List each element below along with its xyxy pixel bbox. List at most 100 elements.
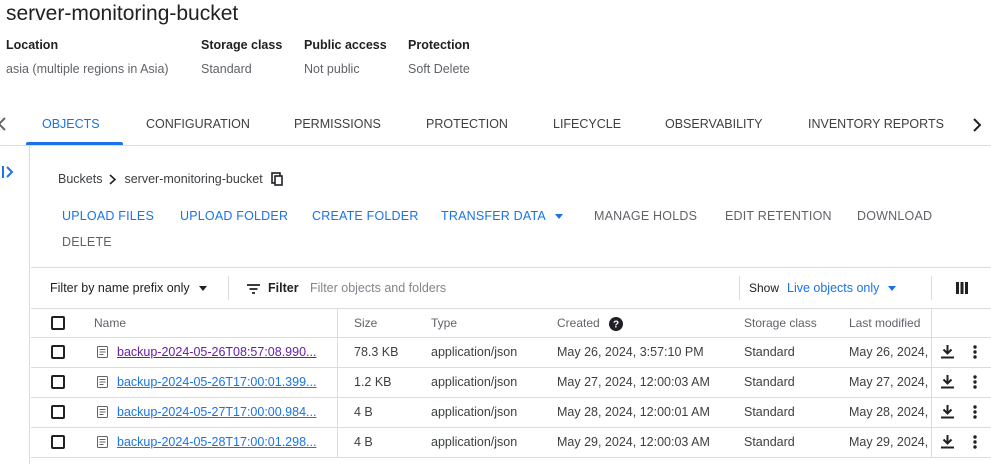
- caret-down-icon: [888, 286, 897, 292]
- object-size: 4 B: [354, 435, 373, 449]
- column-divider: [337, 309, 338, 338]
- column-header-last-modified[interactable]: Last modified: [849, 309, 920, 337]
- download-button[interactable]: DOWNLOAD: [857, 209, 932, 223]
- object-type: application/json: [431, 405, 518, 419]
- column-header-name[interactable]: Name: [94, 309, 126, 337]
- object-storage-class: Standard: [744, 375, 795, 389]
- column-divider: [931, 338, 932, 368]
- transfer-data-button[interactable]: TRANSFER DATA: [441, 209, 563, 223]
- column-header-type[interactable]: Type: [431, 309, 457, 337]
- table-row: backup-2024-05-26T08:57:08.990... 78.3 K…: [31, 338, 991, 368]
- meta-value: Soft Delete: [408, 62, 470, 76]
- filter-icon: [247, 283, 260, 294]
- file-icon: [97, 346, 108, 358]
- delete-button[interactable]: DELETE: [62, 235, 112, 249]
- more-vert-icon[interactable]: [973, 435, 977, 449]
- tab-configuration[interactable]: CONFIGURATION: [146, 104, 250, 146]
- expand-panel-icon[interactable]: [2, 164, 14, 185]
- download-icon[interactable]: [941, 435, 954, 449]
- active-tab-indicator: [26, 142, 123, 145]
- divider: [739, 276, 740, 300]
- filter-label: Filter: [268, 281, 299, 295]
- filter-input[interactable]: Filter objects and folders: [310, 268, 446, 308]
- object-size: 1.2 KB: [354, 375, 392, 389]
- object-type: application/json: [431, 435, 518, 449]
- meta-label: Location: [6, 38, 59, 52]
- column-header-size[interactable]: Size: [354, 309, 377, 337]
- tab-lifecycle[interactable]: LIFECYCLE: [553, 104, 621, 146]
- tab-protection[interactable]: PROTECTION: [426, 104, 508, 146]
- create-folder-button[interactable]: CREATE FOLDER: [312, 209, 419, 223]
- upload-files-button[interactable]: UPLOAD FILES: [62, 209, 154, 223]
- object-created: May 28, 2024, 12:00:01 AM: [557, 405, 710, 419]
- more-vert-icon[interactable]: [973, 375, 977, 389]
- breadcrumb-current: server-monitoring-bucket: [124, 172, 263, 186]
- filter-bar: Filter by name prefix only Filter Filter…: [31, 267, 991, 309]
- meta-protection: Protection Soft Delete: [408, 38, 470, 76]
- chevron-right-icon[interactable]: [962, 104, 991, 146]
- object-name-link[interactable]: backup-2024-05-26T17:00:01.399...: [117, 368, 327, 397]
- manage-holds-button[interactable]: MANAGE HOLDS: [594, 209, 697, 223]
- object-type: application/json: [431, 345, 518, 359]
- file-icon: [97, 406, 108, 418]
- column-divider: [931, 398, 932, 428]
- select-all-checkbox[interactable]: [51, 316, 65, 330]
- upload-folder-button[interactable]: UPLOAD FOLDER: [180, 209, 288, 223]
- more-vert-icon[interactable]: [973, 345, 977, 359]
- show-value: Live objects only: [787, 281, 880, 295]
- download-icon[interactable]: [941, 345, 954, 359]
- tab-bar: OBJECTS CONFIGURATION PERMISSIONS PROTEC…: [0, 104, 991, 146]
- column-display-icon[interactable]: [956, 282, 968, 294]
- tab-objects[interactable]: OBJECTS: [42, 104, 100, 146]
- column-divider: [337, 338, 338, 368]
- tab-inventory-reports[interactable]: INVENTORY REPORTS: [808, 104, 944, 146]
- column-divider: [337, 368, 338, 398]
- meta-public-access: Public access Not public: [304, 38, 387, 76]
- row-checkbox[interactable]: [51, 345, 65, 359]
- created-label: Created: [557, 316, 600, 330]
- object-name-link[interactable]: backup-2024-05-27T17:00:00.984...: [117, 398, 327, 427]
- object-name-link[interactable]: backup-2024-05-26T08:57:08.990...: [117, 338, 327, 367]
- edit-retention-button[interactable]: EDIT RETENTION: [725, 209, 832, 223]
- object-name-link[interactable]: backup-2024-05-28T17:00:01.298...: [117, 428, 327, 457]
- show-label: Show: [749, 281, 780, 295]
- row-checkbox[interactable]: [51, 405, 65, 419]
- caret-down-icon: [554, 214, 563, 220]
- show-select[interactable]: Live objects only: [787, 268, 897, 308]
- column-divider: [337, 428, 338, 458]
- help-icon[interactable]: ?: [609, 316, 624, 331]
- object-last-modified: May 27, 2024,: [849, 375, 929, 389]
- download-icon[interactable]: [941, 405, 954, 419]
- more-vert-icon[interactable]: [973, 405, 977, 419]
- column-divider: [931, 368, 932, 398]
- column-header-storage-class[interactable]: Storage class: [744, 309, 817, 337]
- meta-label: Public access: [304, 38, 387, 52]
- object-storage-class: Standard: [744, 405, 795, 419]
- object-size: 78.3 KB: [354, 345, 399, 359]
- chevron-left-icon[interactable]: [0, 116, 6, 136]
- table-row: backup-2024-05-28T17:00:01.298... 4 B ap…: [31, 428, 991, 458]
- object-storage-class: Standard: [744, 435, 795, 449]
- filter-button[interactable]: Filter: [247, 268, 299, 308]
- tab-permissions[interactable]: PERMISSIONS: [294, 104, 381, 146]
- column-header-created[interactable]: Created ?: [557, 309, 624, 337]
- meta-label: Protection: [408, 38, 470, 52]
- object-type: application/json: [431, 375, 518, 389]
- breadcrumb-root[interactable]: Buckets: [58, 172, 102, 186]
- column-divider: [931, 309, 932, 338]
- left-rail: [0, 146, 30, 464]
- download-icon[interactable]: [941, 375, 954, 389]
- copy-icon[interactable]: [270, 172, 283, 186]
- object-last-modified: May 29, 2024,: [849, 435, 929, 449]
- caret-down-icon: [198, 286, 207, 292]
- filter-mode-select[interactable]: Filter by name prefix only: [50, 268, 207, 308]
- row-checkbox[interactable]: [51, 375, 65, 389]
- divider: [228, 276, 229, 300]
- row-checkbox[interactable]: [51, 435, 65, 449]
- tab-observability[interactable]: OBSERVABILITY: [665, 104, 763, 146]
- column-divider: [337, 398, 338, 428]
- table-header: Name Size Type Created ? Storage class L…: [31, 309, 991, 338]
- transfer-data-label: TRANSFER DATA: [441, 209, 546, 223]
- object-created: May 27, 2024, 12:00:03 AM: [557, 375, 710, 389]
- meta-value: Standard: [201, 62, 252, 76]
